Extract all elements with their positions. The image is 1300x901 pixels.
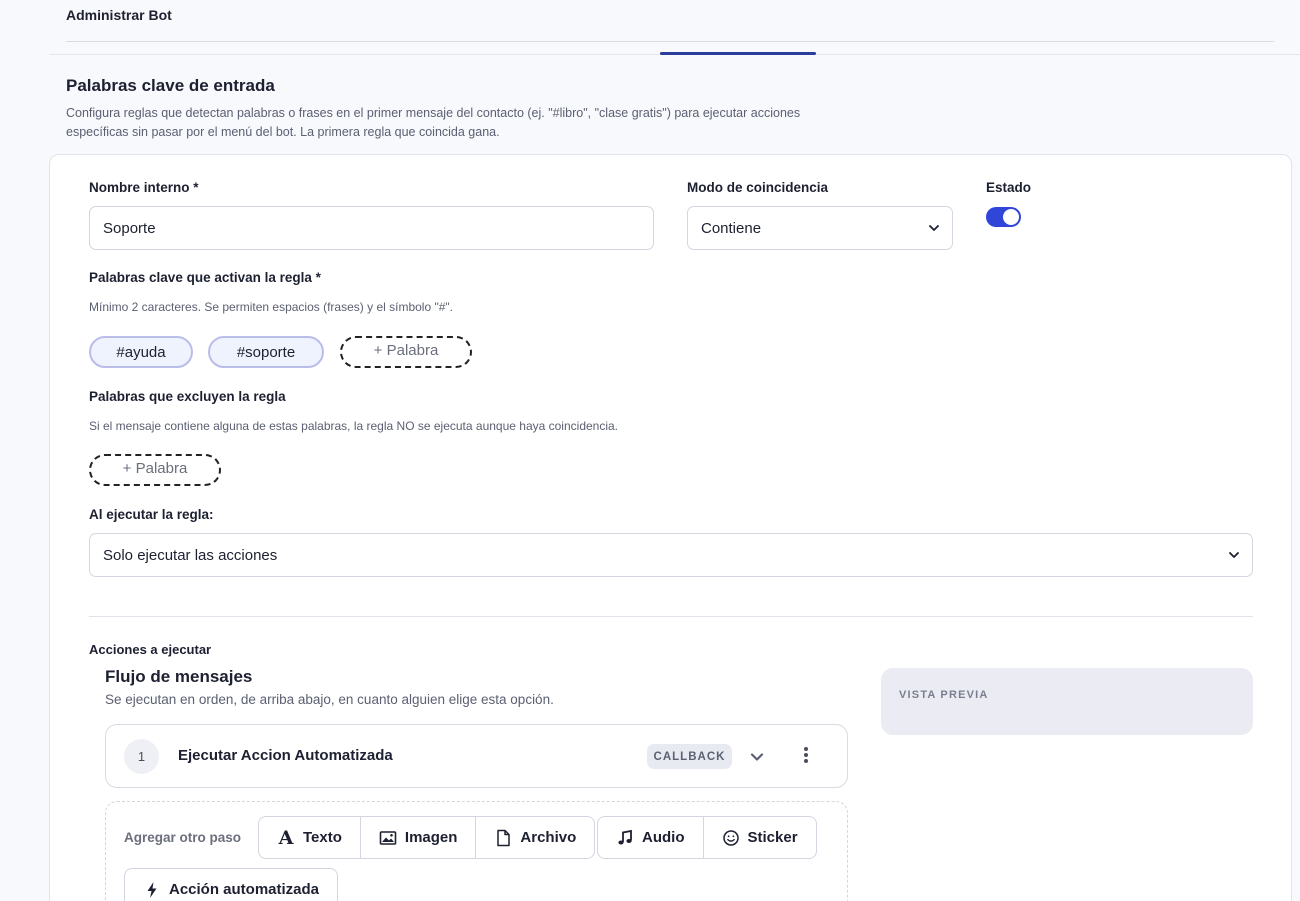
flow-description: Se ejecutan en orden, de arriba abajo, e… bbox=[105, 692, 554, 707]
section-title: Palabras clave de entrada bbox=[66, 76, 275, 95]
more-options-icon[interactable] bbox=[803, 746, 809, 764]
lightning-icon bbox=[147, 881, 157, 898]
add-exclude-word-button[interactable]: + Palabra bbox=[89, 454, 221, 486]
toggle-knob bbox=[1003, 209, 1019, 225]
chevron-down-icon bbox=[929, 225, 939, 231]
add-step-box: Agregar otro paso A Texto Imagen Archivo… bbox=[105, 801, 848, 901]
preview-label: VISTA PREVIA bbox=[899, 689, 989, 701]
on-execute-select[interactable]: Solo ejecutar las acciones bbox=[89, 533, 1253, 577]
chevron-down-icon[interactable] bbox=[750, 750, 764, 764]
keywords-label: Palabras clave que activan la regla * bbox=[89, 270, 321, 285]
header-divider bbox=[66, 41, 1274, 42]
add-text-label: Texto bbox=[303, 829, 342, 846]
status-label: Estado bbox=[986, 180, 1032, 195]
step-number: 1 bbox=[124, 739, 159, 774]
actions-label: Acciones a ejecutar bbox=[89, 642, 212, 657]
file-icon bbox=[497, 829, 511, 846]
add-sticker-button[interactable]: Sticker bbox=[704, 817, 816, 858]
active-tab-indicator bbox=[660, 52, 816, 55]
on-execute-label: Al ejecutar la regla: bbox=[89, 507, 214, 522]
keyword-chip[interactable]: #soporte bbox=[208, 336, 324, 368]
add-file-button[interactable]: Archivo bbox=[476, 817, 594, 858]
exclude-hint: Si el mensaje contiene alguna de estas p… bbox=[89, 419, 619, 433]
on-execute-select-value: Solo ejecutar las acciones bbox=[103, 546, 278, 564]
keyword-chip[interactable]: #ayuda bbox=[89, 336, 193, 368]
media-button-group-2: Audio Sticker bbox=[597, 816, 817, 859]
step-type-badge: CALLBACK bbox=[647, 744, 732, 769]
add-file-label: Archivo bbox=[520, 829, 577, 846]
media-button-group: A Texto Imagen Archivo bbox=[258, 816, 596, 859]
flow-step[interactable]: 1 Ejecutar Accion Automatizada CALLBACK bbox=[105, 724, 848, 788]
rule-card bbox=[49, 154, 1292, 901]
status-toggle[interactable] bbox=[986, 207, 1021, 227]
mode-select-value: Contiene bbox=[701, 219, 762, 237]
page-header-title: Administrar Bot bbox=[66, 7, 172, 23]
mode-select[interactable]: Contiene bbox=[687, 206, 953, 250]
section-description: Configura reglas que detectan palabras o… bbox=[66, 106, 801, 139]
image-icon bbox=[379, 830, 397, 845]
add-automated-action-button[interactable]: Acción automatizada bbox=[125, 869, 337, 901]
add-step-label: Agregar otro paso bbox=[124, 830, 242, 845]
name-label: Nombre interno * bbox=[89, 180, 199, 195]
add-text-button[interactable]: A Texto bbox=[259, 817, 361, 858]
add-audio-label: Audio bbox=[642, 829, 685, 846]
step-title: Ejecutar Accion Automatizada bbox=[178, 747, 393, 764]
add-sticker-label: Sticker bbox=[747, 829, 798, 846]
mode-label: Modo de coincidencia bbox=[687, 180, 829, 195]
keywords-hint: Mínimo 2 caracteres. Se permiten espacio… bbox=[89, 300, 453, 314]
flow-title: Flujo de mensajes bbox=[105, 667, 253, 686]
automated-button-group: Acción automatizada bbox=[124, 868, 339, 901]
chevron-down-icon bbox=[1229, 552, 1239, 558]
add-audio-button[interactable]: Audio bbox=[598, 817, 704, 858]
smiley-icon bbox=[722, 829, 739, 846]
add-automated-action-label: Acción automatizada bbox=[169, 881, 320, 898]
add-keyword-button[interactable]: + Palabra bbox=[340, 336, 472, 368]
text-icon: A bbox=[278, 826, 294, 849]
music-note-icon bbox=[618, 829, 632, 844]
section-divider bbox=[89, 616, 1253, 617]
exclude-label: Palabras que excluyen la regla bbox=[89, 389, 286, 404]
name-input[interactable]: Soporte bbox=[89, 206, 654, 250]
add-image-button[interactable]: Imagen bbox=[361, 817, 477, 858]
add-image-label: Imagen bbox=[404, 829, 458, 846]
preview-panel: VISTA PREVIA bbox=[881, 668, 1253, 735]
